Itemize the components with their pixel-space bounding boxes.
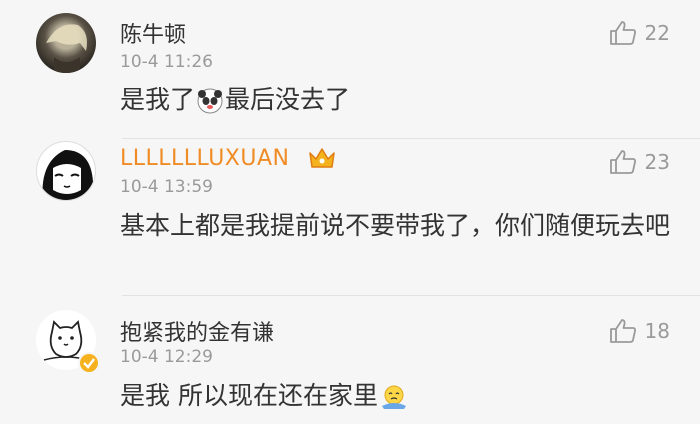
timestamp: 10-4 13:59 [120,177,213,197]
verified-badge-icon [78,352,100,374]
username[interactable]: 陈牛顿 [120,17,186,49]
like-button[interactable]: 22 [609,20,670,46]
like-button[interactable]: 23 [609,149,670,175]
comment-item: 抱紧我的金有谦 10-4 12:29 是我 所以现在还在家里 18 [0,296,700,424]
like-count: 22 [644,21,670,45]
like-count: 23 [644,150,670,174]
username[interactable]: 抱紧我的金有谦 [120,315,274,347]
username[interactable]: LLLLLLLUXUAN [120,146,290,171]
like-button[interactable]: 18 [609,318,670,344]
like-count: 18 [644,319,670,343]
comment-item: LLLLLLLUXUAN 10-4 13:59 基本上都是我提前说不要带我了，你… [0,139,700,295]
panda-face-emoji [197,84,223,128]
avatar[interactable] [36,13,96,73]
timestamp: 10-4 12:29 [120,347,213,367]
comment-text: 基本上都是我提前说不要带我了，你们随便玩去吧 [120,211,671,240]
crown-icon [308,145,336,175]
lonely-face-emoji [380,380,408,424]
thumbs-up-icon [609,21,636,45]
avatar[interactable] [36,141,96,201]
comment-text: 是我了 最后没去了 [120,78,680,128]
thumbs-up-icon [609,150,636,174]
comment-text: 是我 所以现在还在家里 [120,374,680,424]
comment-item: 陈牛顿 10-4 11:26 是我了 最后没去了 22 [0,0,700,138]
timestamp: 10-4 11:26 [120,52,213,72]
thumbs-up-icon [609,319,636,343]
